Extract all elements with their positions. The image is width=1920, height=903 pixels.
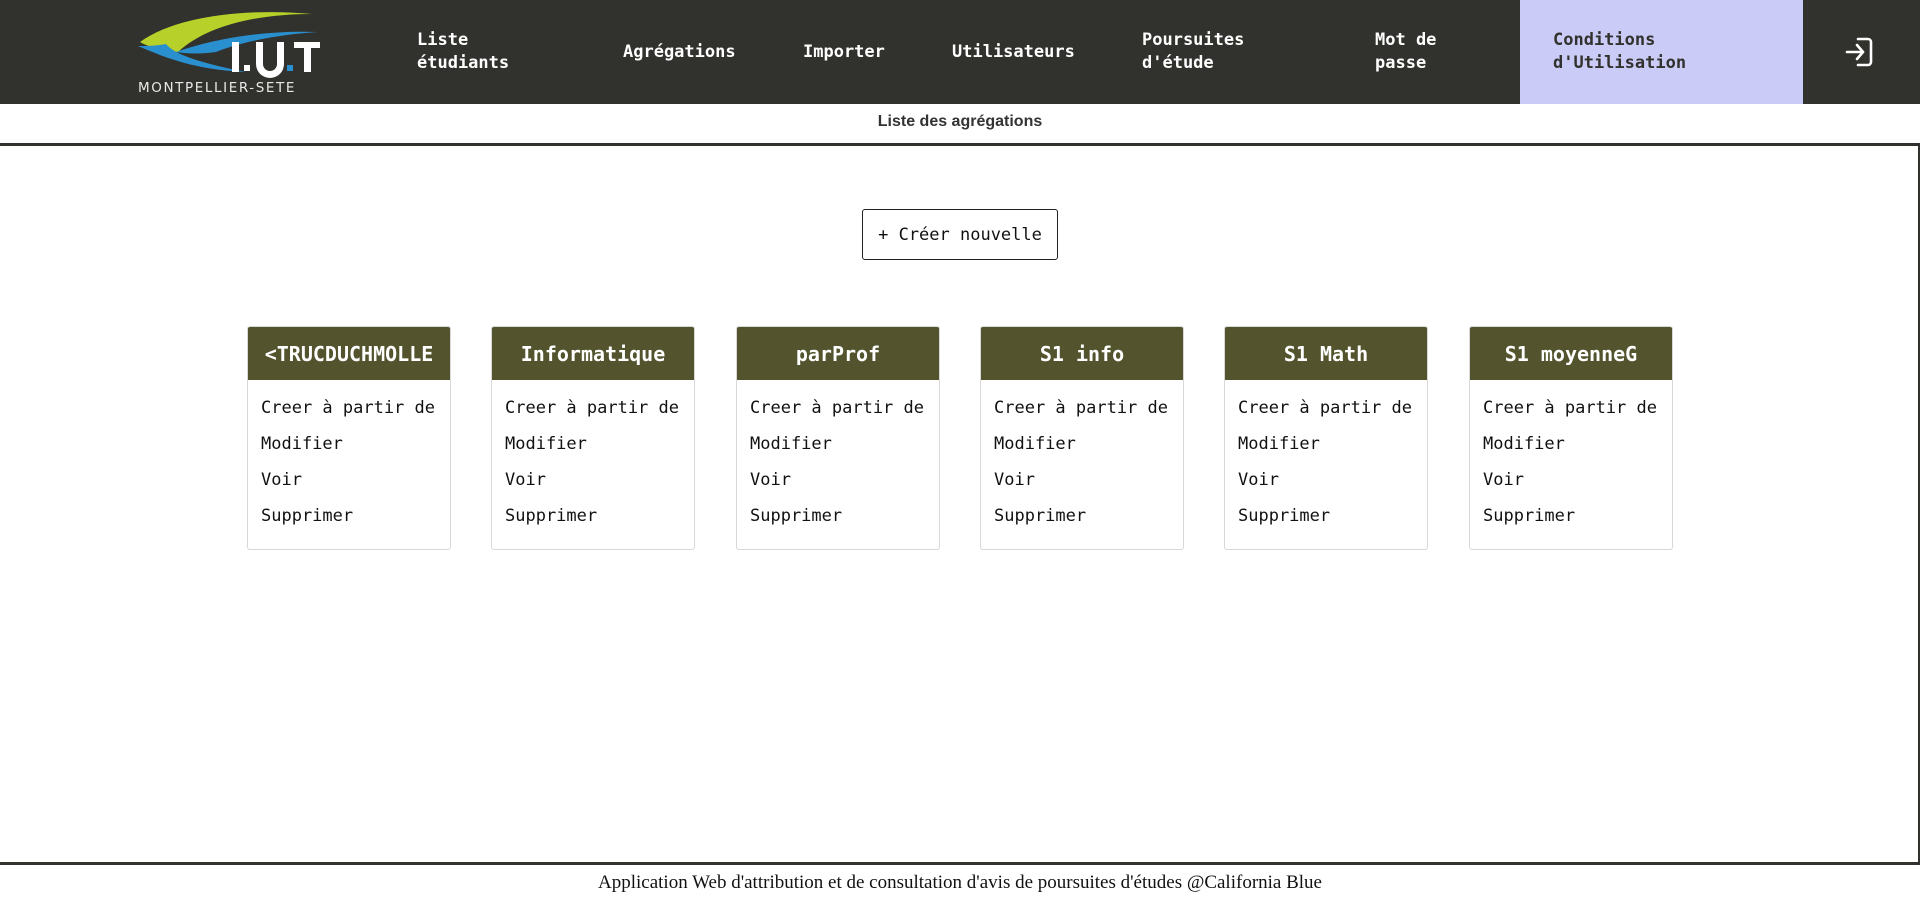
aggregation-card-actions: Creer à partir de Modifier Voir Supprime…	[737, 380, 939, 534]
nav-poursuites-etude[interactable]: Poursuites d'étude	[1142, 0, 1244, 104]
modify-action[interactable]: Modifier	[750, 426, 939, 462]
nav-agregations[interactable]: Agrégations	[623, 0, 736, 104]
create-from-action[interactable]: Creer à partir de	[505, 390, 694, 426]
aggregation-card-title[interactable]: S1 info	[981, 327, 1183, 380]
aggregation-card-title[interactable]: <TRUCDUCHMOLLE	[248, 327, 450, 380]
aggregation-card-actions: Creer à partir de Modifier Voir Supprime…	[1225, 380, 1427, 534]
nav-mot-de-passe[interactable]: Mot de passe	[1375, 0, 1436, 104]
modify-action[interactable]: Modifier	[994, 426, 1183, 462]
aggregation-card-list: <TRUCDUCHMOLLE Creer à partir de Modifie…	[247, 326, 1673, 550]
nav-label-line: Agrégations	[623, 41, 736, 62]
page-title: Liste des agrégations	[877, 112, 1043, 130]
view-action[interactable]: Voir	[994, 462, 1183, 498]
iut-logo[interactable]: MONTPELLIER-SETE	[136, 8, 322, 98]
modify-action[interactable]: Modifier	[261, 426, 450, 462]
nav-utilisateurs[interactable]: Utilisateurs	[952, 0, 1075, 104]
modify-action[interactable]: Modifier	[1238, 426, 1427, 462]
nav-label-line: Conditions	[1553, 30, 1656, 50]
nav-liste-etudiants[interactable]: Liste étudiants	[417, 0, 509, 104]
nav-label-line: Mot de	[1375, 30, 1437, 50]
login-icon[interactable]	[1844, 36, 1874, 68]
aggregation-card: parProf Creer à partir de Modifier Voir …	[736, 326, 940, 550]
nav-label-line: d'étude	[1142, 53, 1214, 73]
create-from-action[interactable]: Creer à partir de	[750, 390, 939, 426]
create-from-action[interactable]: Creer à partir de	[1238, 390, 1427, 426]
aggregation-card-actions: Creer à partir de Modifier Voir Supprime…	[1470, 380, 1672, 534]
nav-conditions-utilisation[interactable]: Conditions d'Utilisation	[1520, 0, 1803, 104]
nav-label-line: passe	[1375, 53, 1427, 73]
page-footer: Application Web d'attribution et de cons…	[0, 862, 1920, 903]
aggregation-card-title[interactable]: parProf	[737, 327, 939, 380]
aggregation-card-actions: Creer à partir de Modifier Voir Supprime…	[492, 380, 694, 534]
create-from-action[interactable]: Creer à partir de	[261, 390, 450, 426]
view-action[interactable]: Voir	[1238, 462, 1427, 498]
delete-action[interactable]: Supprimer	[750, 498, 939, 534]
view-action[interactable]: Voir	[1483, 462, 1672, 498]
delete-action[interactable]: Supprimer	[1483, 498, 1672, 534]
footer-text: Application Web d'attribution et de cons…	[598, 872, 1322, 893]
nav-label-line: Importer	[803, 41, 885, 62]
view-action[interactable]: Voir	[750, 462, 939, 498]
nav-label-line: d'Utilisation	[1553, 53, 1687, 73]
logo-subtitle: MONTPELLIER-SETE	[138, 80, 297, 96]
nav-label-line: étudiants	[417, 53, 510, 73]
aggregation-card: <TRUCDUCHMOLLE Creer à partir de Modifie…	[247, 326, 451, 550]
aggregation-card-actions: Creer à partir de Modifier Voir Supprime…	[248, 380, 450, 534]
aggregation-card: S1 Math Creer à partir de Modifier Voir …	[1224, 326, 1428, 550]
aggregation-card: S1 moyenneG Creer à partir de Modifier V…	[1469, 326, 1673, 550]
page-title-bar: Liste des agrégations	[0, 104, 1920, 146]
modify-action[interactable]: Modifier	[505, 426, 694, 462]
aggregation-card: S1 info Creer à partir de Modifier Voir …	[980, 326, 1184, 550]
aggregation-card-actions: Creer à partir de Modifier Voir Supprime…	[981, 380, 1183, 534]
nav-importer[interactable]: Importer	[803, 0, 885, 104]
modify-action[interactable]: Modifier	[1483, 426, 1672, 462]
nav-label-line: Utilisateurs	[952, 41, 1075, 62]
delete-action[interactable]: Supprimer	[1238, 498, 1427, 534]
create-from-action[interactable]: Creer à partir de	[1483, 390, 1672, 426]
aggregation-card-title[interactable]: S1 Math	[1225, 327, 1427, 380]
nav-label-line: Liste	[417, 30, 469, 50]
view-action[interactable]: Voir	[505, 462, 694, 498]
nav-label-line: Poursuites	[1142, 30, 1245, 50]
aggregation-card: Informatique Creer à partir de Modifier …	[491, 326, 695, 550]
top-navigation-bar: MONTPELLIER-SETE Liste étudiants Agrégat…	[0, 0, 1920, 104]
view-action[interactable]: Voir	[261, 462, 450, 498]
delete-action[interactable]: Supprimer	[994, 498, 1183, 534]
create-new-button[interactable]: + Créer nouvelle	[862, 209, 1058, 260]
delete-action[interactable]: Supprimer	[261, 498, 450, 534]
create-from-action[interactable]: Creer à partir de	[994, 390, 1183, 426]
aggregation-card-title[interactable]: Informatique	[492, 327, 694, 380]
iut-logo-mark	[138, 12, 320, 78]
aggregation-card-title[interactable]: S1 moyenneG	[1470, 327, 1672, 380]
delete-action[interactable]: Supprimer	[505, 498, 694, 534]
